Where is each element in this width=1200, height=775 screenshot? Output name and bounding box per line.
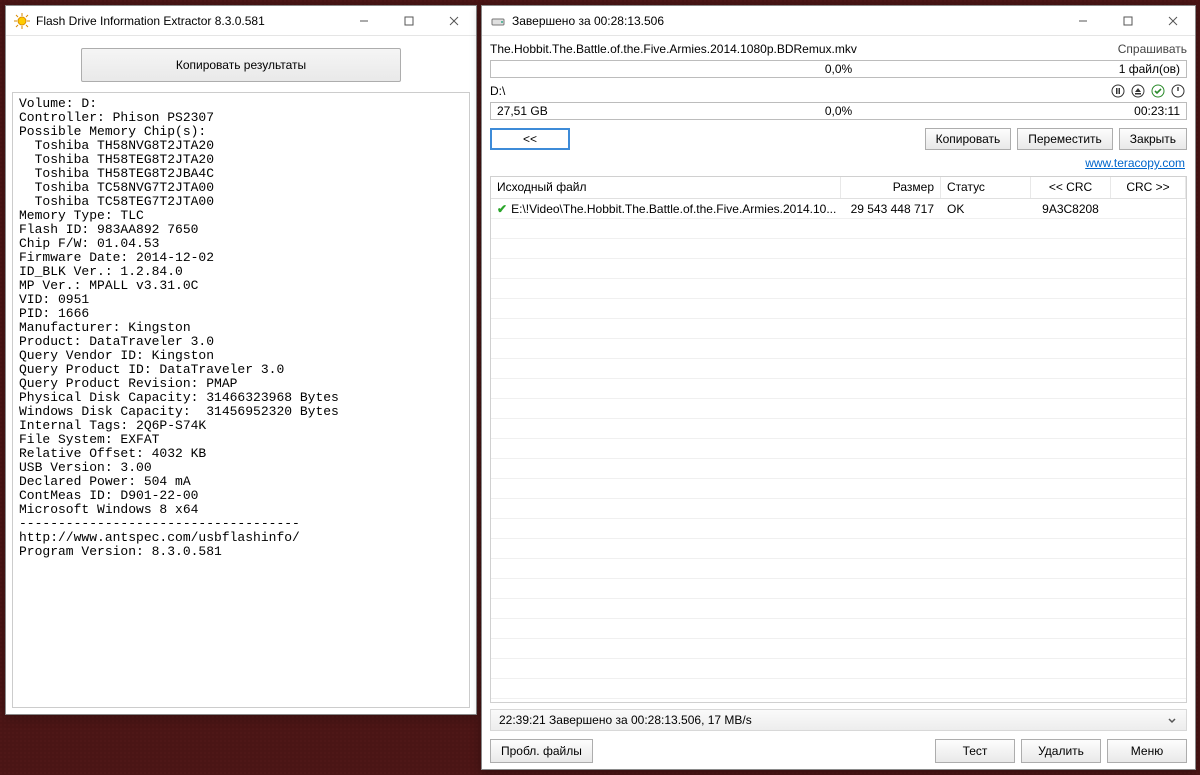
table-row-empty xyxy=(491,679,1186,699)
shutdown-icon[interactable] xyxy=(1169,82,1187,100)
row-file: E:\!Video\The.Hobbit.The.Battle.of.the.F… xyxy=(511,202,836,216)
chevron-down-icon[interactable] xyxy=(1166,714,1178,726)
nav-back-button[interactable]: << xyxy=(490,128,570,150)
verify-icon[interactable] xyxy=(1149,82,1167,100)
table-row-empty xyxy=(491,519,1186,539)
flash-titlebar: Flash Drive Information Extractor 8.3.0.… xyxy=(6,6,476,36)
sun-icon xyxy=(14,13,30,29)
table-row[interactable]: ✔ E:\!Video\The.Hobbit.The.Battle.of.the.… xyxy=(491,199,1186,219)
table-body[interactable]: ✔ E:\!Video\The.Hobbit.The.Battle.of.the.… xyxy=(491,199,1186,702)
col-crc-in[interactable]: << CRC xyxy=(1031,177,1111,198)
drive-row: D:\ xyxy=(490,80,1187,100)
row-crc-in: 9A3C8208 xyxy=(1031,202,1111,216)
move-button[interactable]: Переместить xyxy=(1017,128,1113,150)
flash-info-window: Flash Drive Information Extractor 8.3.0.… xyxy=(5,5,477,715)
teracopy-title: Завершено за 00:28:13.506 xyxy=(512,14,1060,28)
pause-icon[interactable] xyxy=(1109,82,1127,100)
table-row-empty xyxy=(491,439,1186,459)
problem-files-button[interactable]: Пробл. файлы xyxy=(490,739,593,763)
file-table: Исходный файл Размер Статус << CRC CRC >… xyxy=(490,176,1187,703)
table-row-empty xyxy=(491,219,1186,239)
table-row-empty xyxy=(491,559,1186,579)
file-count: 1 файл(ов) xyxy=(1119,62,1180,76)
target-drive: D:\ xyxy=(490,84,1107,98)
action-buttons-row: << Копировать Переместить Закрыть xyxy=(490,122,1187,154)
copy-results-button[interactable]: Копировать результаты xyxy=(81,48,401,82)
table-row-empty xyxy=(491,279,1186,299)
status-bar: 22:39:21 Завершено за 00:28:13.506, 17 M… xyxy=(490,709,1187,731)
close-action-button[interactable]: Закрыть xyxy=(1119,128,1187,150)
table-row-empty xyxy=(491,459,1186,479)
time-remaining: 00:23:11 xyxy=(1134,104,1180,118)
table-row-empty xyxy=(491,399,1186,419)
row-size: 29 543 448 717 xyxy=(841,202,941,216)
col-size[interactable]: Размер xyxy=(841,177,941,198)
status-text: 22:39:21 Завершено за 00:28:13.506, 17 M… xyxy=(499,713,752,727)
teracopy-window: Завершено за 00:28:13.506 The.Hobbit.The… xyxy=(481,5,1196,770)
conflict-mode-label[interactable]: Спрашивать xyxy=(1118,42,1187,56)
teracopy-titlebar: Завершено за 00:28:13.506 xyxy=(482,6,1195,36)
file-progress-percent: 0,0% xyxy=(825,62,852,76)
copy-button-row: Копировать результаты xyxy=(12,42,470,92)
teracopy-url[interactable]: www.teracopy.com xyxy=(490,156,1187,174)
total-size: 27,51 GB xyxy=(497,104,548,118)
flash-window-buttons xyxy=(341,6,476,35)
flash-title: Flash Drive Information Extractor 8.3.0.… xyxy=(36,14,341,28)
table-row-empty xyxy=(491,419,1186,439)
bottom-buttons: Пробл. файлы Тест Удалить Меню xyxy=(490,733,1187,763)
maximize-button[interactable] xyxy=(1105,6,1150,35)
col-crc-out[interactable]: CRC >> xyxy=(1111,177,1186,198)
test-button[interactable]: Тест xyxy=(935,739,1015,763)
close-button[interactable] xyxy=(1150,6,1195,35)
row-status: OK xyxy=(941,202,1031,216)
check-icon: ✔ xyxy=(497,202,507,216)
flash-info-text[interactable]: Volume: D: Controller: Phison PS2307 Pos… xyxy=(12,92,470,708)
copy-button[interactable]: Копировать xyxy=(925,128,1012,150)
eject-icon[interactable] xyxy=(1129,82,1147,100)
total-progress-bar: 27,51 GB 0,0% 00:23:11 xyxy=(490,102,1187,120)
table-row-empty xyxy=(491,479,1186,499)
minimize-button[interactable] xyxy=(341,6,386,35)
maximize-button[interactable] xyxy=(386,6,431,35)
table-header: Исходный файл Размер Статус << CRC CRC >… xyxy=(491,177,1186,199)
total-progress-percent: 0,0% xyxy=(825,104,852,118)
teracopy-window-buttons xyxy=(1060,6,1195,35)
table-row-empty xyxy=(491,359,1186,379)
table-row-empty xyxy=(491,599,1186,619)
drive-icon xyxy=(490,13,506,29)
col-status[interactable]: Статус xyxy=(941,177,1031,198)
table-row-empty xyxy=(491,659,1186,679)
table-row-empty xyxy=(491,499,1186,519)
table-row-empty xyxy=(491,299,1186,319)
table-row-empty xyxy=(491,539,1186,559)
table-row-empty xyxy=(491,619,1186,639)
menu-button[interactable]: Меню xyxy=(1107,739,1187,763)
minimize-button[interactable] xyxy=(1060,6,1105,35)
table-row-empty xyxy=(491,259,1186,279)
flash-body: Копировать результаты Volume: D: Control… xyxy=(6,36,476,714)
close-button[interactable] xyxy=(431,6,476,35)
table-row-empty xyxy=(491,339,1186,359)
file-progress-bar: 0,0% 1 файл(ов) xyxy=(490,60,1187,78)
teracopy-body: The.Hobbit.The.Battle.of.the.Five.Armies… xyxy=(482,36,1195,769)
table-row-empty xyxy=(491,639,1186,659)
table-row-empty xyxy=(491,379,1186,399)
col-file[interactable]: Исходный файл xyxy=(491,177,841,198)
current-filename: The.Hobbit.The.Battle.of.the.Five.Armies… xyxy=(490,42,1118,56)
table-row-empty xyxy=(491,319,1186,339)
table-row-empty xyxy=(491,579,1186,599)
table-row-empty xyxy=(491,239,1186,259)
delete-button[interactable]: Удалить xyxy=(1021,739,1101,763)
filename-row: The.Hobbit.The.Battle.of.the.Five.Armies… xyxy=(490,40,1187,58)
